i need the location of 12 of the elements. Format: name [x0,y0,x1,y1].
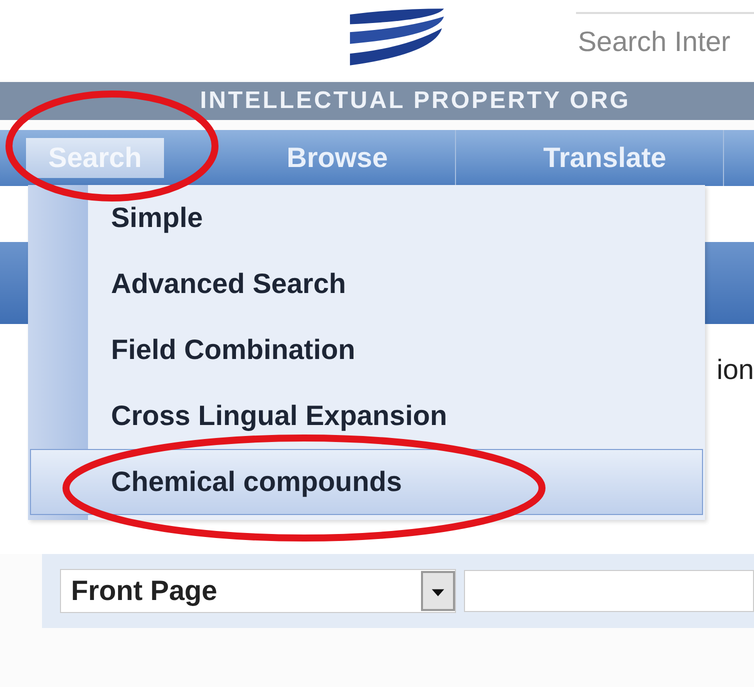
caret-icon [421,571,455,611]
logo-icon [348,8,446,66]
page-text: ion [716,354,754,387]
menu-item[interactable]: Simple [30,185,703,251]
menu-item[interactable]: Cross Lingual Expansion [30,383,703,449]
field-select[interactable]: Front Page [60,569,456,613]
query-field[interactable] [464,570,754,612]
menu-item[interactable]: Chemical compounds [30,449,703,515]
menu-item[interactable]: Advanced Search [30,251,703,317]
menu-item[interactable]: Field Combination [30,317,703,383]
search-field[interactable]: Search Inter [576,12,754,70]
banner: INTELLECTUAL PROPERTY ORG [0,82,754,120]
